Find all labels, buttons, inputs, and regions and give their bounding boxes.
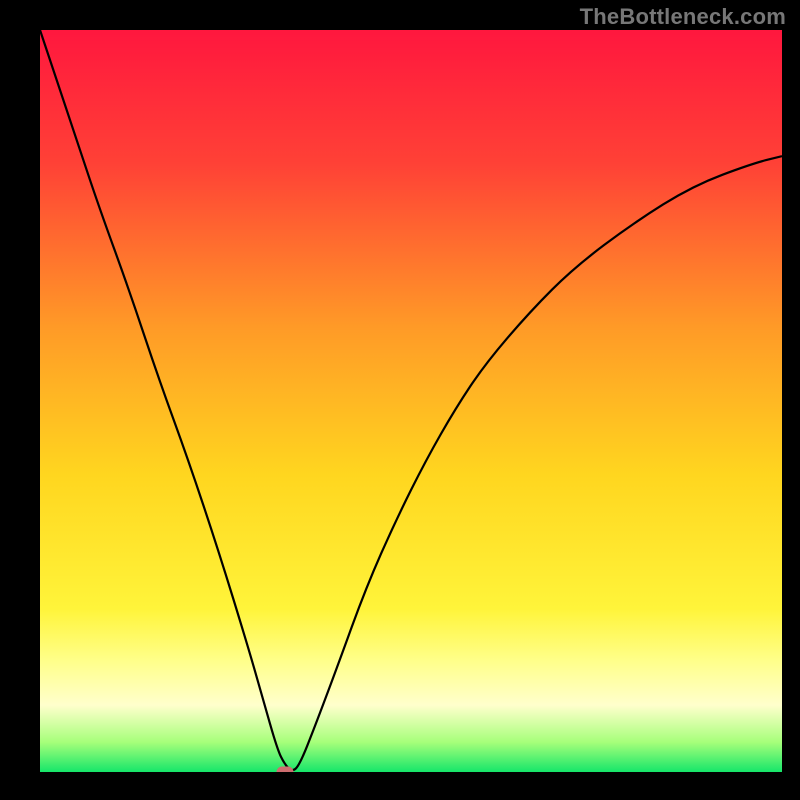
plot-area	[40, 30, 782, 772]
chart-frame: TheBottleneck.com	[0, 0, 800, 800]
bottleneck-curve	[40, 30, 782, 770]
optimal-point-marker	[276, 767, 293, 773]
curve-svg	[40, 30, 782, 772]
watermark-text: TheBottleneck.com	[580, 4, 786, 30]
